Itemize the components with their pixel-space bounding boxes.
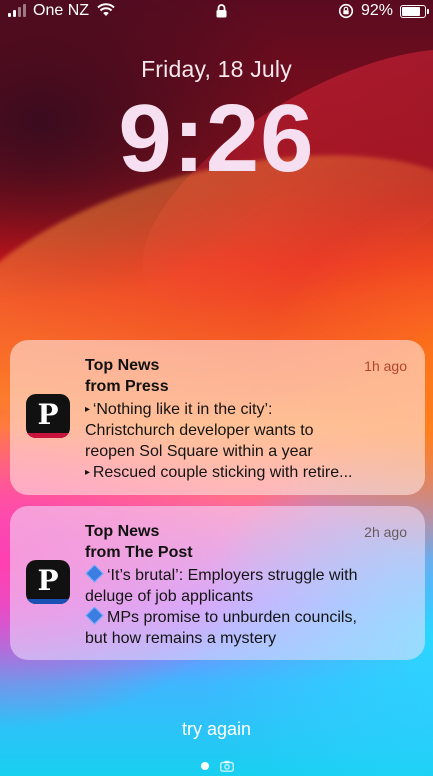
- notification-time: 2h ago: [364, 524, 407, 540]
- notification-press[interactable]: P Top News from Press 1h ago ▸ ‘Nothing …: [10, 340, 425, 495]
- notification-the-post[interactable]: P Top News from The Post 2h ago ‘It’s br…: [10, 506, 425, 660]
- notification-body: ‘It’s brutal’: Employers struggle with d…: [85, 565, 415, 649]
- battery-fill: [402, 7, 420, 16]
- page-dot-icon[interactable]: [201, 762, 209, 770]
- wifi-icon: [97, 3, 115, 16]
- lock-screen-date: Friday, 18 July: [141, 56, 292, 82]
- try-again-button[interactable]: try again: [0, 719, 433, 740]
- notification-time: 1h ago: [364, 358, 407, 374]
- notification-title: Top News from The Post: [85, 523, 193, 561]
- status-bar: One NZ 92%: [0, 0, 433, 22]
- the-post-app-icon: P: [26, 560, 70, 604]
- camera-icon[interactable]: [220, 760, 234, 772]
- lock-screen-time: 9:26: [118, 85, 315, 192]
- bullet-triangle-icon: ▸: [85, 404, 93, 415]
- page-indicator: [0, 759, 433, 773]
- battery-percentage: 92%: [361, 2, 394, 19]
- battery-icon: [400, 5, 429, 18]
- notification-title: Top News from Press: [85, 357, 169, 395]
- blue-diamond-icon: [85, 565, 104, 583]
- lock-icon: [216, 4, 227, 18]
- notification-body: ▸ ‘Nothing like it in the city’: Christc…: [85, 401, 353, 481]
- press-app-icon: P: [26, 394, 70, 438]
- bullet-triangle-icon: ▸: [85, 467, 93, 478]
- signal-icon: [8, 4, 28, 17]
- blue-diamond-icon: [85, 607, 104, 625]
- rotation-lock-icon: [338, 3, 354, 19]
- carrier-name: One NZ: [33, 2, 90, 19]
